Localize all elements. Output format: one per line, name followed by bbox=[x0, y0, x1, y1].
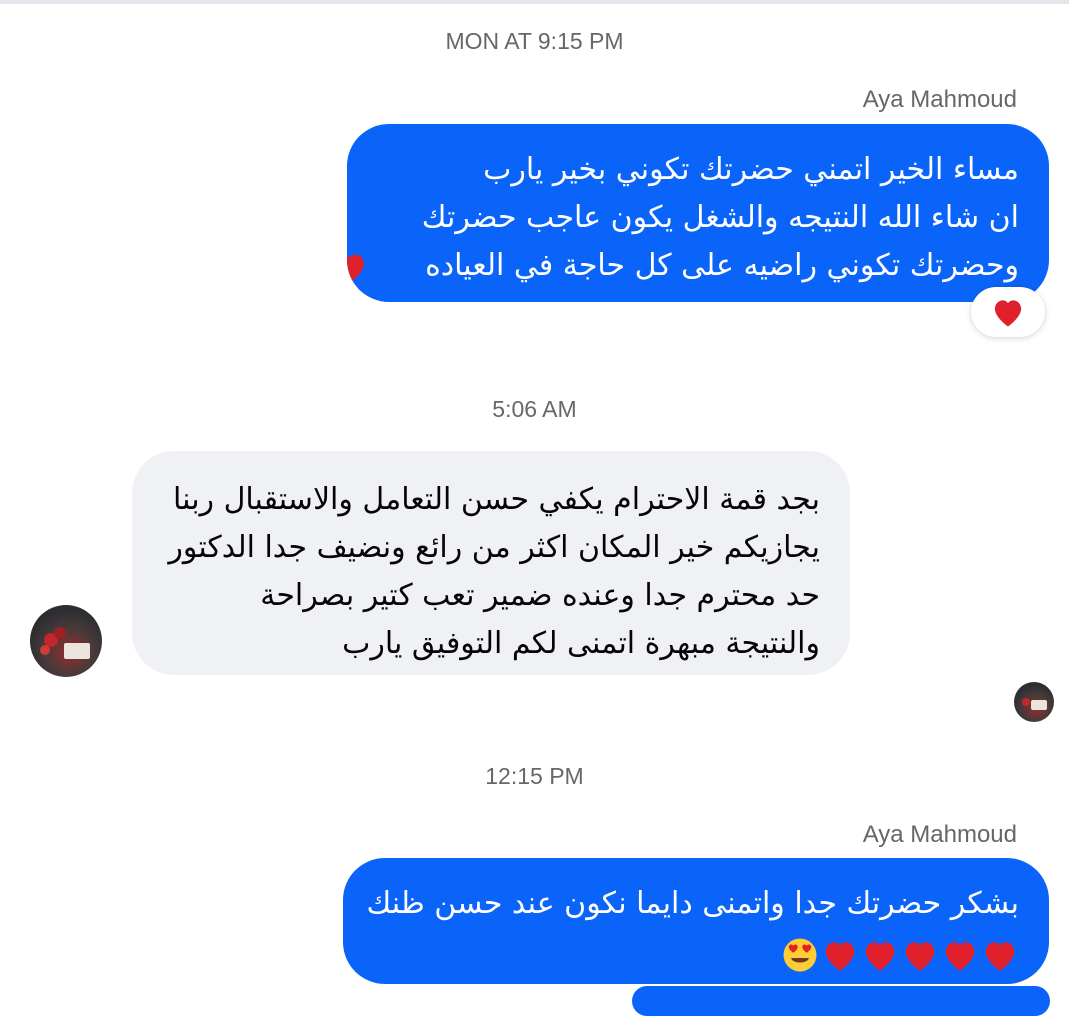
timestamp: 12:15 PM bbox=[485, 763, 584, 789]
message-line: مساء الخير اتمني حضرتك تكوني بخير يارب bbox=[483, 152, 1019, 187]
message-line: ان شاء الله النتيجه والشغل يكون عاجب حضر… bbox=[421, 200, 1019, 235]
message-line: حد محترم جدا وعنده ضمير تعب كتير بصراحة bbox=[260, 578, 820, 613]
sender-name: Aya Mahmoud bbox=[862, 86, 1017, 113]
heart-icon bbox=[825, 941, 855, 971]
outgoing-message-bubble[interactable]: بشكر حضرتك جدا واتمنى دايما نكون عند حسن… bbox=[343, 858, 1049, 984]
heart-icon bbox=[865, 941, 895, 971]
top-divider bbox=[0, 0, 1069, 4]
message-line: يجازيكم خير المكان اكثر من رائع ونضيف جد… bbox=[168, 530, 820, 565]
message-line: وحضرتك تكوني راضيه على كل حاجة في العياد… bbox=[347, 242, 1019, 290]
heart-icon bbox=[994, 300, 1022, 327]
message-line: بجد قمة الاحترام يكفي حسن التعامل والاست… bbox=[173, 482, 820, 517]
heart-icon bbox=[985, 941, 1015, 971]
heart-eyes-emoji-icon bbox=[783, 938, 817, 971]
outgoing-message-bubble-partial[interactable] bbox=[632, 986, 1050, 1016]
sender-name: Aya Mahmoud bbox=[862, 821, 1017, 848]
message-line: بشكر حضرتك جدا واتمنى دايما نكون عند حسن… bbox=[366, 886, 1020, 921]
heart-icon bbox=[905, 941, 935, 971]
contact-avatar[interactable] bbox=[30, 605, 102, 677]
heart-icon bbox=[347, 254, 364, 283]
incoming-message-bubble[interactable]: بجد قمة الاحترام يكفي حسن التعامل والاست… bbox=[132, 451, 850, 675]
outgoing-message-bubble[interactable]: مساء الخير اتمني حضرتك تكوني بخير يارب ا… bbox=[347, 124, 1049, 302]
heart-icon bbox=[945, 941, 975, 971]
timestamp: MON AT 9:15 PM bbox=[445, 28, 624, 54]
emoji-line bbox=[373, 930, 1019, 978]
timestamp: 5:06 AM bbox=[492, 396, 577, 422]
message-line: والنتيجة مبهرة اتمنى لكم التوفيق يارب bbox=[342, 626, 820, 661]
seen-avatar bbox=[1014, 682, 1054, 722]
message-reaction[interactable] bbox=[971, 287, 1045, 337]
